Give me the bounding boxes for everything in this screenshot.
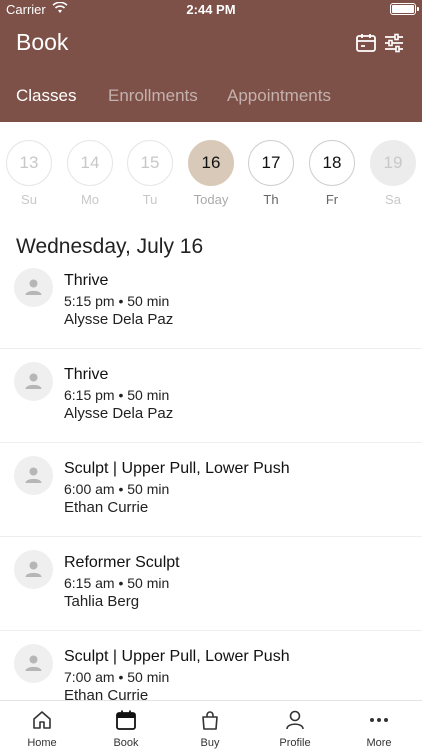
class-instructor: Alysse Dela Paz bbox=[64, 405, 174, 422]
calendar-icon[interactable] bbox=[355, 33, 377, 53]
person-placeholder-icon bbox=[25, 373, 42, 389]
more-icon bbox=[370, 718, 388, 722]
profile-icon bbox=[286, 710, 304, 730]
avatar bbox=[14, 550, 53, 589]
class-instructor: Alysse Dela Paz bbox=[64, 311, 174, 328]
nav-label: Book bbox=[113, 737, 139, 749]
date-number: 14 bbox=[67, 140, 113, 186]
nav-label: Profile bbox=[279, 737, 311, 749]
date-label: Mo bbox=[80, 192, 100, 207]
bottom-nav: Home Book Buy Profile More bbox=[0, 700, 422, 750]
avatar bbox=[14, 362, 53, 401]
date-item[interactable]: 19 Sa bbox=[363, 140, 422, 207]
class-time: 6:15 am • 50 min bbox=[64, 575, 170, 591]
class-time: 5:15 pm • 50 min bbox=[64, 293, 170, 309]
avatar bbox=[14, 644, 53, 683]
nav-profile[interactable]: Profile bbox=[253, 701, 337, 750]
date-item[interactable]: 13 Su bbox=[0, 140, 59, 207]
date-label: Th bbox=[263, 192, 279, 207]
class-list-item[interactable]: Sculpt | Upper Pull, Lower Push 6:00 am … bbox=[0, 443, 422, 537]
filter-icon[interactable] bbox=[383, 33, 405, 53]
class-name: Reformer Sculpt bbox=[64, 554, 180, 571]
nav-more[interactable]: More bbox=[337, 701, 421, 750]
status-time: 2:44 PM bbox=[186, 2, 236, 17]
date-number: 15 bbox=[127, 140, 173, 186]
date-number: 16 bbox=[188, 140, 234, 186]
nav-home[interactable]: Home bbox=[0, 701, 84, 750]
date-label: Tu bbox=[142, 192, 158, 207]
class-name: Sculpt | Upper Pull, Lower Push bbox=[64, 648, 290, 665]
tab-bar: Classes Enrollments Appointments bbox=[0, 86, 422, 108]
class-list-item[interactable]: Thrive 5:15 pm • 50 min Alysse Dela Paz bbox=[0, 255, 422, 349]
person-placeholder-icon bbox=[25, 467, 42, 483]
nav-label: Buy bbox=[200, 737, 220, 749]
tab-appointments[interactable]: Appointments bbox=[227, 86, 331, 106]
date-number: 19 bbox=[370, 140, 416, 186]
class-time: 6:15 pm • 50 min bbox=[64, 387, 170, 403]
nav-label: Home bbox=[27, 737, 57, 749]
date-strip: 13 Su 14 Mo 15 Tu 16 Today 17 Th 18 Fr 1… bbox=[0, 140, 422, 210]
date-number: 13 bbox=[6, 140, 52, 186]
class-list-item[interactable]: Reformer Sculpt 6:15 am • 50 min Tahlia … bbox=[0, 537, 422, 631]
nav-book[interactable]: Book bbox=[84, 701, 168, 750]
battery-icon bbox=[390, 3, 419, 15]
avatar bbox=[14, 456, 53, 495]
date-item-today[interactable]: 16 Today bbox=[181, 140, 241, 207]
page-title: Book bbox=[16, 29, 69, 55]
class-name: Thrive bbox=[64, 366, 109, 383]
date-label: Su bbox=[21, 192, 37, 207]
person-placeholder-icon bbox=[25, 655, 42, 671]
class-name: Sculpt | Upper Pull, Lower Push bbox=[64, 460, 290, 477]
date-label: Today bbox=[193, 192, 229, 207]
date-item[interactable]: 14 Mo bbox=[60, 140, 120, 207]
date-number: 18 bbox=[309, 140, 355, 186]
class-time: 7:00 am • 50 min bbox=[64, 669, 170, 685]
date-label: Sa bbox=[385, 192, 401, 207]
status-bar: Carrier 2:44 PM bbox=[0, 0, 422, 20]
tab-enrollments[interactable]: Enrollments bbox=[108, 86, 198, 106]
class-list-item[interactable]: Thrive 6:15 pm • 50 min Alysse Dela Paz bbox=[0, 349, 422, 443]
book-calendar-icon bbox=[116, 710, 136, 730]
date-number: 17 bbox=[248, 140, 294, 186]
class-time: 6:00 am • 50 min bbox=[64, 481, 170, 497]
date-label: Fr bbox=[325, 192, 339, 207]
header: Carrier 2:44 PM Book Classes Enrollments… bbox=[0, 0, 422, 122]
tab-classes[interactable]: Classes bbox=[16, 86, 76, 106]
home-icon bbox=[33, 711, 51, 729]
class-instructor: Ethan Currie bbox=[64, 499, 149, 516]
shopping-bag-icon bbox=[202, 711, 218, 730]
class-list: Thrive 5:15 pm • 50 min Alysse Dela Paz … bbox=[0, 255, 422, 725]
class-name: Thrive bbox=[64, 272, 109, 289]
person-placeholder-icon bbox=[25, 279, 42, 295]
date-item[interactable]: 18 Fr bbox=[302, 140, 362, 207]
avatar bbox=[14, 268, 53, 307]
nav-buy[interactable]: Buy bbox=[168, 701, 252, 750]
date-item[interactable]: 15 Tu bbox=[120, 140, 180, 207]
person-placeholder-icon bbox=[25, 561, 42, 577]
nav-label: More bbox=[366, 737, 392, 749]
class-instructor: Tahlia Berg bbox=[64, 593, 140, 610]
date-item[interactable]: 17 Th bbox=[241, 140, 301, 207]
